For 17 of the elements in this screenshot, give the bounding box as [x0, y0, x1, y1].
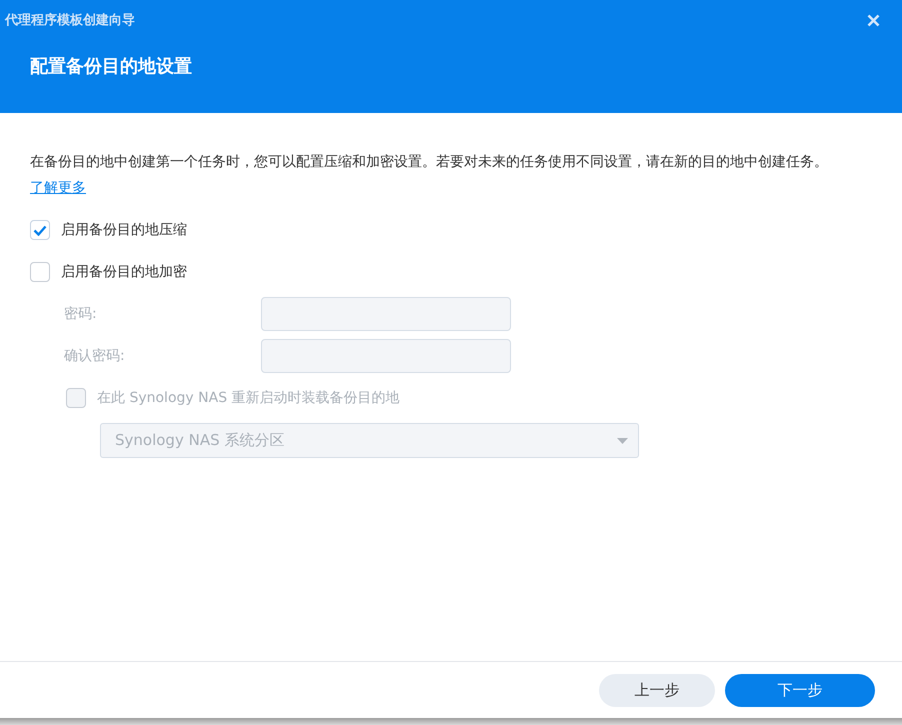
close-icon [867, 14, 880, 26]
page-heading: 配置备份目的地设置 [30, 55, 193, 78]
checkbox-label: 启用备份目的地压缩 [61, 221, 187, 239]
window-title: 代理程序模板创建向导 [5, 12, 135, 29]
next-button[interactable]: 下一步 [725, 674, 875, 706]
back-button[interactable]: 上一步 [599, 674, 715, 706]
checkbox[interactable] [30, 220, 50, 240]
checkbox[interactable] [30, 262, 50, 282]
checkbox-label: 在此 Synology NAS 重新启动时装载备份目的地 [97, 389, 400, 407]
checkmark-icon [33, 224, 47, 236]
learn-more-link[interactable]: 了解更多 [30, 180, 86, 196]
field-label: 确认密码: [64, 347, 126, 365]
field-label: 密码: [64, 305, 98, 323]
description-text: 在备份目的地中创建第一个任务时，您可以配置压缩和加密设置。若要对未来的任务使用不同设置，请在新的目的地中创建任务。 了解更多 [30, 153, 829, 198]
caret-icon [617, 438, 628, 444]
checkbox-label: 启用备份目的地加密 [61, 263, 187, 281]
close-button[interactable] [867, 14, 880, 26]
